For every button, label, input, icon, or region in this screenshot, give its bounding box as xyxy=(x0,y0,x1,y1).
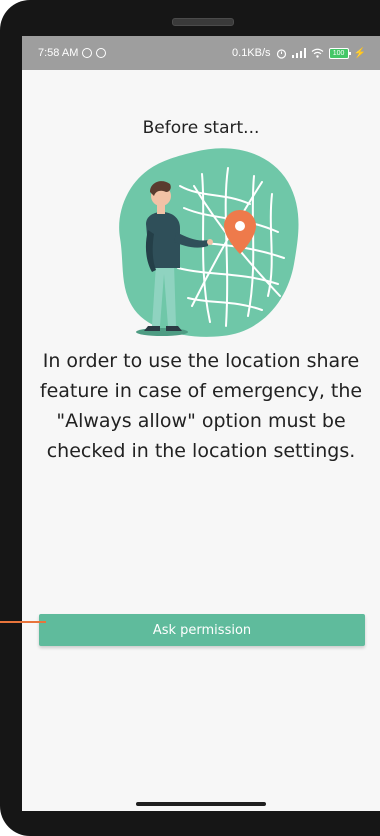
status-right: 0.1KB/s 100 ⚡ xyxy=(232,47,366,59)
page-title: Before start... xyxy=(142,118,260,138)
annotation-pointer-line xyxy=(0,621,46,623)
alarm-icon xyxy=(276,48,286,59)
person-with-map-illustration xyxy=(119,148,299,337)
charging-icon: ⚡ xyxy=(353,47,366,59)
network-speed: 0.1KB/s xyxy=(232,47,271,59)
status-left: 7:58 AM xyxy=(38,47,107,59)
status-time: 7:58 AM xyxy=(38,47,79,59)
wifi-icon xyxy=(311,48,323,58)
ask-permission-button[interactable]: Ask permission xyxy=(39,614,365,646)
signal-icon xyxy=(291,48,306,58)
app-screen: 7:58 AM 0.1KB/s 100 ⚡ Before start... In… xyxy=(22,36,380,811)
gesture-navigation-bar[interactable] xyxy=(136,802,266,806)
status-bar: 7:58 AM 0.1KB/s 100 ⚡ xyxy=(22,36,380,70)
battery-icon: 100 xyxy=(328,47,351,59)
speaker-grille xyxy=(172,18,234,26)
device-frame: 7:58 AM 0.1KB/s 100 ⚡ Before start... In… xyxy=(0,0,380,836)
sync-icon xyxy=(82,48,93,58)
sync-icon xyxy=(96,48,107,58)
permission-message: In order to use the location share featu… xyxy=(39,350,363,462)
